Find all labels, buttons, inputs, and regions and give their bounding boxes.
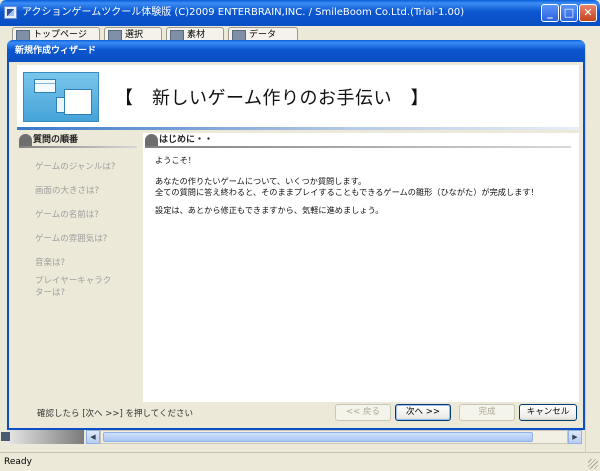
tab-label: 選択	[125, 30, 144, 40]
question-atmosphere: ゲームの雰囲気は?	[35, 234, 108, 244]
intro-line: 全ての質問に答え終わると、そのままプレイすることもできるゲームの雛形（ひながた）…	[155, 187, 539, 197]
header-title: 【 新しいゲーム作りのお手伝い 】	[115, 88, 429, 109]
scroll-left-icon[interactable]: ◀	[86, 430, 100, 444]
intro-line: ようこそ！	[155, 155, 196, 165]
tab-label: 素材	[187, 30, 206, 40]
intro-heading: はじめに・・	[143, 133, 573, 148]
close-button[interactable]: ✕	[579, 4, 597, 22]
main-titlebar[interactable]: アクションゲームツクール体験版 (C)2009 ENTERBRAIN,INC. …	[0, 0, 600, 26]
minimize-button[interactable]: _	[541, 4, 559, 22]
footer-hint: 確認したら [次へ >>] を押してください	[37, 409, 193, 419]
tab-label: トップページ	[33, 30, 87, 40]
app-logo-icon	[4, 6, 17, 19]
back-button[interactable]: << 戻る	[335, 404, 391, 421]
finish-button[interactable]: 完成	[459, 404, 515, 421]
question-player-character: プレイヤーキャラク	[35, 276, 112, 286]
intro-panel: はじめに・・ ようこそ！ あなたの作りたいゲームについて、いくつか質問します。 …	[143, 133, 579, 402]
cancel-button[interactable]: キャンセル	[519, 404, 577, 421]
question-screen-size: 画面の大きさは?	[35, 186, 100, 196]
horizontal-scrollbar[interactable]	[100, 430, 568, 444]
intro-line: 設定は、あとから修正もできますから、気軽に進めましょう。	[155, 205, 384, 215]
corner-icon	[1, 432, 10, 441]
speech-bubble-icon	[19, 134, 32, 146]
question-genre: ゲームのジャンルは?	[35, 162, 116, 172]
question-player-character-cont: ターは?	[35, 288, 66, 298]
left-rail	[0, 44, 6, 424]
dialog-titlebar[interactable]: 新規作成ウィザード	[7, 40, 585, 62]
dialog-header: 【 新しいゲーム作りのお手伝い 】	[17, 65, 579, 127]
scroll-right-icon[interactable]: ▶	[568, 430, 582, 444]
gradient-strip	[6, 430, 84, 444]
wizard-windows-icon	[23, 72, 99, 122]
wizard-dialog: 新規作成ウィザード 【 新しいゲーム作りのお手伝い 】 質問の順番 ゲームのジャ…	[7, 40, 585, 430]
question-game-name: ゲームの名前は?	[35, 210, 99, 220]
question-order-panel: 質問の順番 ゲームのジャンルは? 画面の大きさは? ゲームの名前は? ゲームの雰…	[17, 133, 141, 402]
intro-text: ようこそ！ あなたの作りたいゲームについて、いくつか質問します。 全ての質問に答…	[155, 155, 539, 216]
scroll-thumb[interactable]	[103, 432, 533, 442]
intro-line: あなたの作りたいゲームについて、いくつか質問します。	[155, 176, 367, 186]
status-text: Ready	[4, 457, 32, 467]
resize-grip-icon[interactable]	[588, 459, 598, 469]
tab-label: データ	[249, 30, 277, 40]
maximize-button[interactable]: □	[560, 4, 578, 22]
status-bar: Ready	[0, 452, 600, 471]
right-rail	[585, 44, 600, 452]
question-music: 音楽は?	[35, 258, 66, 268]
question-order-heading: 質問の順番	[17, 133, 139, 148]
window-title: アクションゲームツクール体験版 (C)2009 ENTERBRAIN,INC. …	[22, 7, 465, 18]
header-divider	[17, 127, 579, 130]
speech-bubble-icon	[145, 134, 158, 146]
next-button[interactable]: 次へ >>	[395, 404, 451, 421]
